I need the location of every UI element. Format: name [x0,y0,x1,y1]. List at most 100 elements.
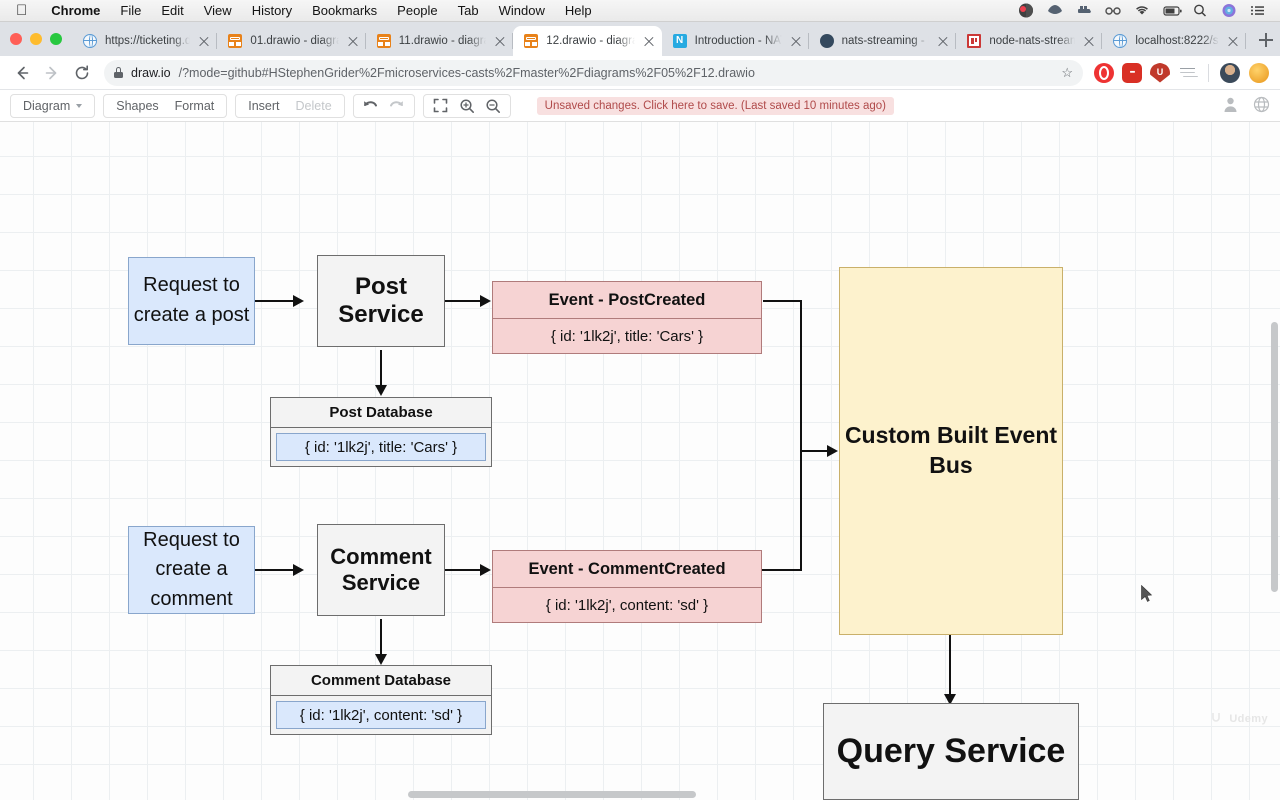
close-icon[interactable] [493,34,507,48]
node-query-service[interactable]: Query Service [823,703,1079,800]
browser-tab-6[interactable]: node-nats-streamin [956,26,1103,56]
glasses-icon[interactable] [1105,3,1121,18]
mac-menu-edit[interactable]: Edit [151,3,193,18]
apple-logo-icon[interactable]:  [16,3,27,18]
mac-menu-window[interactable]: Window [489,3,555,18]
window-maximize-button[interactable] [50,33,62,45]
control-center-icon[interactable] [1250,3,1266,18]
drawio-icon [523,33,539,49]
close-icon[interactable] [197,34,211,48]
opera-extension-icon[interactable] [1094,62,1114,83]
url-path: /?mode=github#HStephenGrider%2Fmicroserv… [178,65,755,80]
url-host: draw.io [131,65,171,80]
node-request-to-create-a-comment[interactable]: Request to create a comment [128,526,255,614]
arrowhead-icon [293,564,304,576]
undo-icon[interactable] [358,95,384,117]
event-title: Event - PostCreated [493,282,761,319]
browser-tab-7[interactable]: localhost:8222/stre [1102,26,1246,56]
window-minimize-button[interactable] [30,33,42,45]
zoom-out-icon[interactable] [480,95,506,117]
profile-avatar[interactable] [1220,62,1240,83]
format-button[interactable]: Format [167,95,223,117]
mac-menu-bookmarks[interactable]: Bookmarks [302,3,387,18]
database-body: { id: '1lk2j', title: 'Cars' } [271,428,491,466]
node-comment-service[interactable]: Comment Service [317,524,445,616]
diagram-canvas[interactable]: Request to create a post Post Service Ev… [0,122,1280,800]
toolbar-right-icons [1222,96,1270,116]
record-icon[interactable] [1018,3,1034,18]
mac-menu-tab[interactable]: Tab [448,3,489,18]
browser-tab-3-active[interactable]: 12.drawio - diagram [513,26,662,56]
event-payload: { id: '1lk2j', title: 'Cars' } [550,327,704,345]
mac-menu-help[interactable]: Help [555,3,602,18]
delete-button: Delete [295,98,332,113]
globe-icon [82,33,98,49]
close-icon[interactable] [1082,34,1096,48]
browser-tab-5[interactable]: nats-streaming - Do [809,26,957,56]
arrowhead-icon [480,295,491,307]
globe-icon [1112,33,1128,49]
spotlight-search-icon[interactable] [1192,3,1208,18]
node-label: Post Service [338,272,424,328]
battery-icon[interactable] [1163,3,1182,18]
unsaved-changes-status[interactable]: Unsaved changes. Click here to save. (La… [536,96,895,115]
diagram-menu-button[interactable]: Diagram [15,95,90,117]
close-icon[interactable] [789,34,803,48]
reader-lines-icon[interactable] [1178,63,1198,83]
user-icon[interactable] [1222,96,1239,116]
node-comment-database[interactable]: Comment Database { id: '1lk2j', content:… [270,665,492,735]
zoom-in-icon[interactable] [454,95,480,117]
mac-menu-history[interactable]: History [242,3,302,18]
database-title: Post Database [271,398,491,428]
node-label: Query Service [836,732,1066,771]
close-icon[interactable] [346,34,360,48]
node-event-post-created[interactable]: Event - PostCreated { id: '1lk2j', title… [492,281,762,354]
browser-tab-0[interactable]: https://ticketing.dev [72,26,218,56]
node-post-service[interactable]: Post Service [317,255,445,347]
wifi-icon[interactable] [1134,3,1150,18]
browser-tab-2[interactable]: 11.drawio - diagram [366,26,514,56]
horizontal-scrollbar-thumb[interactable] [408,791,696,798]
insert-button[interactable]: Insert [240,95,287,117]
siri-icon[interactable] [1221,3,1237,18]
node-request-to-create-a-post[interactable]: Request to create a post [128,257,255,345]
browser-tab-title: 11.drawio - diagram [398,35,487,47]
bookmark-star-icon[interactable]: ☆ [1061,65,1073,81]
reload-button[interactable] [68,59,96,87]
vertical-scrollbar[interactable] [1269,122,1280,800]
mac-menu-view[interactable]: View [194,3,242,18]
npm-icon [966,33,982,49]
new-tab-button[interactable] [1252,26,1280,54]
shapes-button[interactable]: Shapes [108,95,166,117]
red-box-extension-icon[interactable] [1122,62,1142,83]
forward-button[interactable] [38,59,66,87]
language-globe-icon[interactable] [1253,96,1270,116]
redo-icon[interactable] [384,95,410,117]
mac-menu-chrome[interactable]: Chrome [41,3,110,18]
arrowhead-icon [375,385,387,396]
horizontal-scrollbar[interactable] [0,789,1280,800]
mac-menu-file[interactable]: File [110,3,151,18]
ublock-shield-icon[interactable] [1150,62,1170,83]
back-button[interactable] [8,59,36,87]
node-event-comment-created[interactable]: Event - CommentCreated { id: '1lk2j', co… [492,550,762,623]
docker-icon[interactable] [1076,3,1092,18]
vertical-scrollbar-thumb[interactable] [1271,322,1278,592]
close-icon[interactable] [936,34,950,48]
gold-drop-icon[interactable] [1249,62,1269,83]
node-post-database[interactable]: Post Database { id: '1lk2j', title: 'Car… [270,397,492,467]
mouse-cursor [1141,584,1153,603]
dropbox-icon[interactable] [1047,3,1063,18]
fullscreen-icon[interactable] [428,95,454,117]
drawio-icon [227,33,243,49]
window-close-button[interactable] [10,33,22,45]
event-title: Event - CommentCreated [493,551,761,588]
close-icon[interactable] [1226,34,1240,48]
close-icon[interactable] [642,34,656,48]
arrow-comment-service-to-db [380,619,382,657]
browser-tab-4[interactable]: Introduction - NATS [662,26,809,56]
address-bar[interactable]: draw.io /?mode=github#HStephenGrider%2Fmi… [104,59,1083,86]
mac-menu-people[interactable]: People [387,3,447,18]
node-custom-built-event-bus[interactable]: Custom Built Event Bus [839,267,1063,635]
browser-tab-1[interactable]: 01.drawio - diagram [217,26,367,56]
